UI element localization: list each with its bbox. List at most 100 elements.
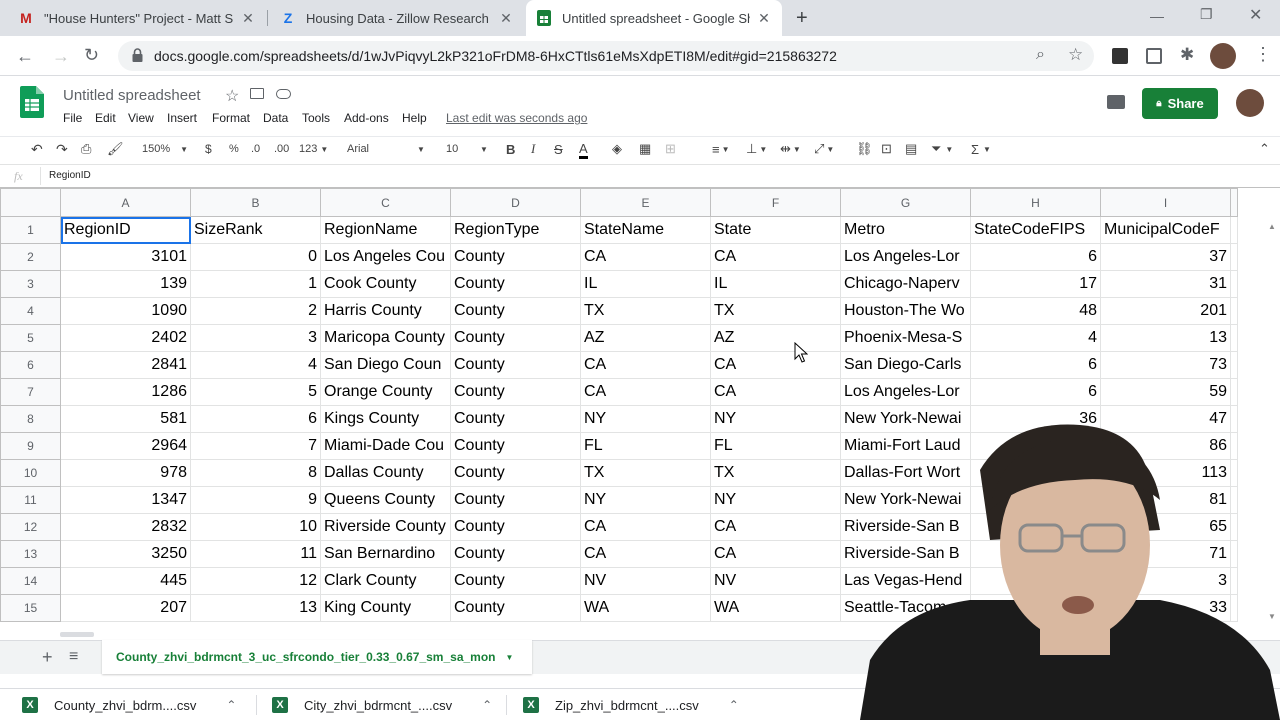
cell-a8[interactable]: 581 xyxy=(60,405,191,433)
restore-icon[interactable]: ❐ xyxy=(1200,6,1213,23)
menu-help[interactable]: Help xyxy=(402,111,427,125)
merge-cells-icon[interactable]: ⊞ xyxy=(665,141,676,157)
horizontal-scrollbar[interactable] xyxy=(60,632,94,637)
collapse-header-icon[interactable]: ⌃ xyxy=(1259,141,1270,157)
cell-i7[interactable]: 59 xyxy=(1100,378,1231,406)
insert-chart-icon[interactable]: ▤ xyxy=(905,141,917,157)
cell-f11[interactable]: NY xyxy=(710,486,841,514)
row-header[interactable]: 1 xyxy=(0,216,61,244)
cell-f1[interactable]: State xyxy=(710,216,841,244)
cell-c14[interactable]: Clark County xyxy=(320,567,451,595)
cell-e9[interactable]: FL xyxy=(580,432,711,460)
fill-color-icon[interactable]: ◈ xyxy=(612,141,622,157)
column-header-e[interactable]: E xyxy=(580,188,711,217)
row-header[interactable]: 6 xyxy=(0,351,61,379)
cell-c6[interactable]: San Diego Coun xyxy=(320,351,451,379)
cell-i3[interactable]: 31 xyxy=(1100,270,1231,298)
cell-d6[interactable]: County xyxy=(450,351,581,379)
scroll-up-icon[interactable]: ▲ xyxy=(1268,222,1276,231)
cell-e3[interactable]: IL xyxy=(580,270,711,298)
cell-a9[interactable]: 2964 xyxy=(60,432,191,460)
cell-f6[interactable]: CA xyxy=(710,351,841,379)
select-all-corner[interactable] xyxy=(0,188,61,217)
cell-f7[interactable]: CA xyxy=(710,378,841,406)
cell-empty[interactable] xyxy=(1230,378,1238,406)
cell-f15[interactable]: WA xyxy=(710,594,841,622)
cell-b1[interactable]: SizeRank xyxy=(190,216,321,244)
text-color-icon[interactable]: A xyxy=(579,141,588,159)
cell-c7[interactable]: Orange County xyxy=(320,378,451,406)
cell-b7[interactable]: 5 xyxy=(190,378,321,406)
print-icon[interactable]: ⎙ xyxy=(81,141,91,157)
borders-icon[interactable]: ▦ xyxy=(639,141,651,157)
download-item[interactable]: X Zip_zhvi_bdrmcnt_....csv ⌃ xyxy=(523,689,739,721)
menu-view[interactable]: View xyxy=(128,111,154,125)
sheet-tab-menu-icon[interactable]: ▼ xyxy=(506,653,514,662)
row-header[interactable]: 10 xyxy=(0,459,61,487)
menu-data[interactable]: Data xyxy=(263,111,288,125)
cell-c10[interactable]: Dallas County xyxy=(320,459,451,487)
browser-menu-icon[interactable]: ⋮ xyxy=(1254,44,1272,65)
all-sheets-icon[interactable]: ≡ xyxy=(69,648,78,666)
chevron-up-icon[interactable]: ⌃ xyxy=(729,698,739,712)
cell-b13[interactable]: 11 xyxy=(190,540,321,568)
download-item[interactable]: X County_zhvi_bdrm....csv ⌃ xyxy=(22,689,236,721)
cell-b10[interactable]: 8 xyxy=(190,459,321,487)
cell-i4[interactable]: 201 xyxy=(1100,297,1231,325)
cell-g4[interactable]: Houston-The Wo xyxy=(840,297,971,325)
cell-empty[interactable] xyxy=(1230,297,1238,325)
cell-f12[interactable]: CA xyxy=(710,513,841,541)
move-folder-icon[interactable] xyxy=(250,88,264,99)
cell-d13[interactable]: County xyxy=(450,540,581,568)
increase-decimal-button[interactable]: .00 xyxy=(274,141,289,157)
browser-tab-gmail[interactable]: M "House Hunters" Project - Matt S ✕ xyxy=(8,0,266,36)
cell-d1[interactable]: RegionType xyxy=(450,216,581,244)
cell-d7[interactable]: County xyxy=(450,378,581,406)
browser-tab-zillow[interactable]: Z Housing Data - Zillow Research ✕ xyxy=(270,0,524,36)
menu-tools[interactable]: Tools xyxy=(302,111,330,125)
font-select[interactable]: Arial ▼ xyxy=(347,141,427,157)
account-avatar[interactable] xyxy=(1236,89,1264,117)
cell-e6[interactable]: CA xyxy=(580,351,711,379)
more-formats-button[interactable]: 123 ▼ xyxy=(299,141,328,157)
insert-link-icon[interactable]: ⛓︎ xyxy=(856,141,873,157)
cell-d8[interactable]: County xyxy=(450,405,581,433)
doc-title[interactable]: Untitled spreadsheet xyxy=(63,87,201,104)
cell-d9[interactable]: County xyxy=(450,432,581,460)
cell-d5[interactable]: County xyxy=(450,324,581,352)
cell-empty[interactable] xyxy=(1230,270,1238,298)
row-header[interactable]: 8 xyxy=(0,405,61,433)
menu-format[interactable]: Format xyxy=(212,111,250,125)
extension-icon[interactable] xyxy=(1146,48,1162,64)
strikethrough-icon[interactable]: S xyxy=(554,141,563,157)
text-rotation-icon[interactable]: ⤢ ▼ xyxy=(814,141,834,157)
comment-history-icon[interactable] xyxy=(1107,95,1125,109)
text-wrapping-icon[interactable]: ⇹ ▼ xyxy=(780,141,801,157)
decrease-decimal-button[interactable]: .0 xyxy=(251,141,260,157)
cell-d14[interactable]: County xyxy=(450,567,581,595)
cell-a1[interactable]: RegionID xyxy=(60,216,191,244)
row-header[interactable]: 5 xyxy=(0,324,61,352)
cell-b2[interactable]: 0 xyxy=(190,243,321,271)
cell-d11[interactable]: County xyxy=(450,486,581,514)
menu-insert[interactable]: Insert xyxy=(167,111,197,125)
functions-icon[interactable]: Σ ▼ xyxy=(971,141,991,157)
horizontal-align-icon[interactable]: ≡ ▼ xyxy=(712,141,730,157)
minimize-icon[interactable]: — xyxy=(1150,8,1164,24)
cell-e1[interactable]: StateName xyxy=(580,216,711,244)
redo-icon[interactable]: ↷ xyxy=(56,141,68,157)
cell-b9[interactable]: 7 xyxy=(190,432,321,460)
last-edit-link[interactable]: Last edit was seconds ago xyxy=(446,111,587,125)
cell-d2[interactable]: County xyxy=(450,243,581,271)
cell-g6[interactable]: San Diego-Carls xyxy=(840,351,971,379)
row-header[interactable]: 3 xyxy=(0,270,61,298)
cell-b12[interactable]: 10 xyxy=(190,513,321,541)
cell-a15[interactable]: 207 xyxy=(60,594,191,622)
cell-e14[interactable]: NV xyxy=(580,567,711,595)
cell-e11[interactable]: NY xyxy=(580,486,711,514)
cell-a4[interactable]: 1090 xyxy=(60,297,191,325)
column-header-d[interactable]: D xyxy=(450,188,581,217)
cell-g5[interactable]: Phoenix-Mesa-S xyxy=(840,324,971,352)
cell-empty[interactable] xyxy=(1230,216,1238,244)
cell-b15[interactable]: 13 xyxy=(190,594,321,622)
